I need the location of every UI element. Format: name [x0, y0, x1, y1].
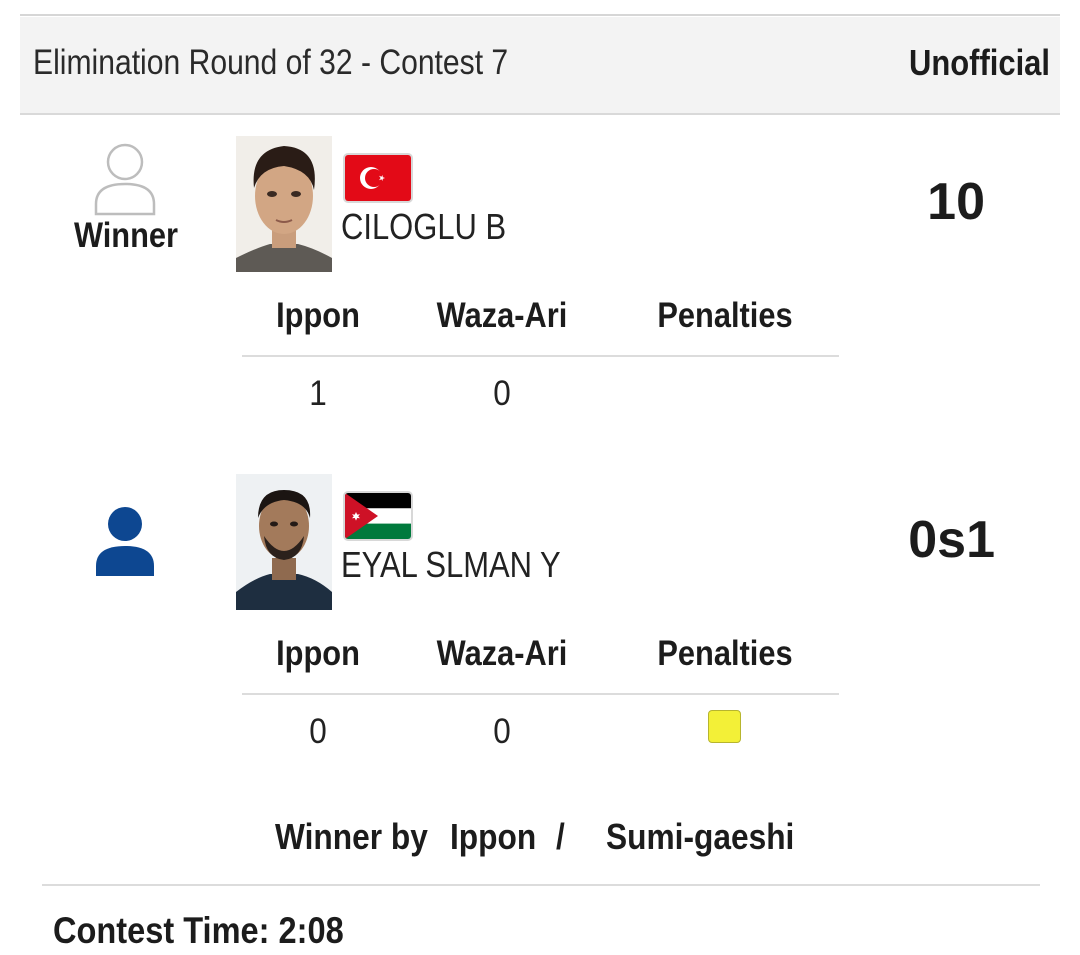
competitor-score: 10 [927, 173, 985, 231]
ippon-value: 1 [309, 374, 327, 413]
contest-header: Elimination Round of 32 - Contest 7 Unof… [20, 17, 1060, 115]
jordan-flag-icon [345, 493, 411, 539]
stats-divider [242, 355, 839, 357]
waza-ari-header: Waza-Ari [436, 634, 568, 673]
competitor-card-1: Winner CILOGLU B 10 Ippon Waza-Ari Penal… [0, 130, 1080, 430]
yellow-penalty-card-icon [708, 710, 741, 743]
athlete-photo [236, 474, 332, 610]
competitor-card-2: EYAL SLMAN Y 0s1 Ippon Waza-Ari Penaltie… [0, 468, 1080, 768]
result-label: Winner by [275, 816, 428, 857]
result-method: Ippon [450, 816, 537, 857]
result-separator: / [556, 816, 565, 857]
person-outline-icon [94, 143, 156, 216]
result-technique: Sumi-gaeshi [606, 816, 795, 857]
win-result: Winner by Ippon / Sumi-gaeshi [0, 812, 1080, 862]
penalties-header: Penalties [657, 296, 793, 335]
bottom-divider [42, 884, 1040, 886]
athlete-photo [236, 136, 332, 272]
waza-ari-value: 0 [493, 374, 511, 413]
competitor-name: CILOGLU B [341, 206, 507, 247]
ippon-header: Ippon [276, 634, 360, 673]
top-divider [20, 14, 1060, 16]
competitor-name: EYAL SLMAN Y [341, 544, 561, 585]
waza-ari-value: 0 [493, 712, 511, 751]
contest-time: Contest Time: 2:08 [53, 910, 344, 951]
person-filled-icon [96, 507, 154, 576]
stats-divider [242, 693, 839, 695]
contest-title: Elimination Round of 32 - Contest 7 [33, 43, 509, 82]
winner-label: Winner [73, 216, 179, 255]
result-status: Unofficial [908, 42, 1050, 83]
waza-ari-header: Waza-Ari [436, 296, 568, 335]
competitor-score: 0s1 [908, 511, 995, 569]
ippon-header: Ippon [276, 296, 360, 335]
turkey-flag-icon [345, 155, 411, 201]
ippon-value: 0 [309, 712, 327, 751]
penalties-header: Penalties [657, 634, 793, 673]
